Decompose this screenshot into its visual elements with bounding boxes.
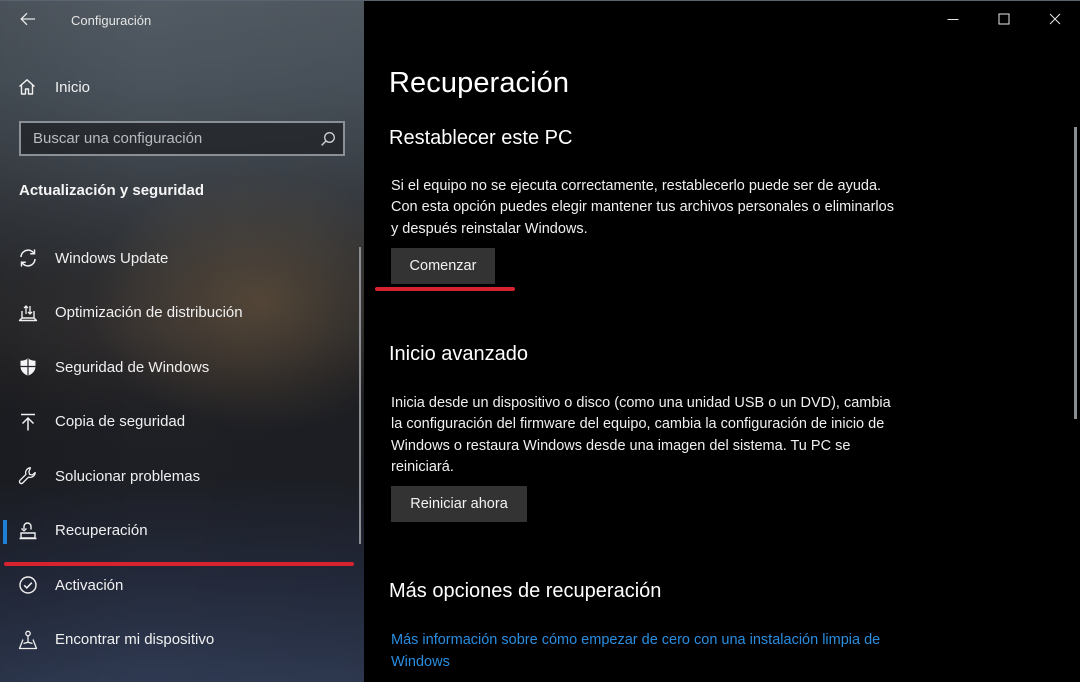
search-icon[interactable]	[313, 123, 343, 154]
sidebar-section-title: Actualización y seguridad	[19, 182, 205, 199]
sidebar-item-label: Windows Update	[55, 249, 169, 267]
content-pane: Recuperación Restablecer este PC Si el e…	[364, 1, 1080, 682]
sidebar-item-windows-update[interactable]: Windows Update	[0, 231, 355, 286]
upload-icon	[17, 411, 39, 433]
back-button[interactable]	[14, 9, 42, 33]
more-recovery-options-heading: Más opciones de recuperación	[389, 580, 662, 602]
sync-icon	[17, 247, 39, 269]
active-indicator	[3, 519, 7, 544]
delivery-optimization-icon	[17, 302, 39, 324]
sidebar-item-backup[interactable]: Copia de seguridad	[0, 395, 355, 450]
advanced-startup-heading: Inicio avanzado	[389, 343, 528, 365]
reset-pc-description: Si el equipo no se ejecuta correctamente…	[391, 178, 894, 237]
sidebar-item-label: Encontrar mi dispositivo	[55, 631, 215, 649]
home-icon	[16, 76, 38, 98]
sidebar-item-label: Copia de seguridad	[55, 413, 186, 431]
check-circle-icon	[17, 574, 39, 596]
annotation-underline-recovery	[4, 562, 354, 566]
sidebar-item-recovery[interactable]: Recuperación	[0, 504, 355, 559]
arrow-left-icon	[20, 12, 36, 31]
shield-icon	[17, 356, 39, 378]
sidebar-item-delivery-optimization[interactable]: Optimización de distribución	[0, 286, 355, 341]
window-controls	[927, 1, 1080, 41]
sidebar-item-label: Optimización de distribución	[55, 304, 243, 322]
sidebar-item-label: Seguridad de Windows	[55, 358, 210, 376]
advanced-startup-description: Inicia desde un dispositivo o disco (com…	[391, 395, 891, 475]
sidebar-home-label: Inicio	[55, 78, 91, 96]
sidebar-item-troubleshoot[interactable]: Solucionar problemas	[0, 449, 355, 504]
sidebar-home[interactable]: Inicio	[16, 73, 90, 101]
window-title: Configuración	[71, 13, 152, 28]
wrench-icon	[17, 465, 39, 487]
sidebar-item-label: Activación	[55, 576, 124, 594]
sidebar-scrollbar[interactable]	[359, 247, 361, 544]
sidebar-item-label: Solucionar problemas	[55, 467, 201, 485]
sidebar-nav: Windows Update Optimización de distribuc…	[0, 231, 355, 667]
recovery-icon	[17, 520, 39, 542]
maximize-button[interactable]	[978, 1, 1029, 41]
restart-now-button[interactable]: Reiniciar ahora	[391, 486, 527, 522]
minimize-icon	[947, 12, 959, 30]
minimize-button[interactable]	[927, 1, 978, 41]
close-icon	[1049, 12, 1061, 30]
maximize-icon	[998, 12, 1010, 30]
reset-pc-heading: Restablecer este PC	[389, 127, 573, 149]
page-title: Recuperación	[389, 67, 570, 99]
search-input[interactable]	[21, 123, 313, 154]
content-scrollbar[interactable]	[1074, 127, 1077, 419]
settings-window: Configuración Inicio Actualización y seg…	[0, 0, 1080, 682]
sidebar-item-label: Recuperación	[55, 522, 148, 540]
sidebar-item-activation[interactable]: Activación	[0, 558, 355, 613]
close-button[interactable]	[1029, 1, 1080, 41]
annotation-underline-start-button	[375, 287, 515, 291]
search-box	[19, 121, 345, 156]
clean-install-info-link[interactable]: Más información sobre cómo empezar de ce…	[391, 629, 881, 673]
sidebar: Configuración Inicio Actualización y seg…	[0, 1, 364, 682]
sidebar-item-find-device[interactable]: Encontrar mi dispositivo	[0, 613, 355, 668]
find-device-icon	[17, 629, 39, 651]
start-reset-button[interactable]: Comenzar	[391, 248, 495, 284]
sidebar-item-windows-security[interactable]: Seguridad de Windows	[0, 340, 355, 395]
